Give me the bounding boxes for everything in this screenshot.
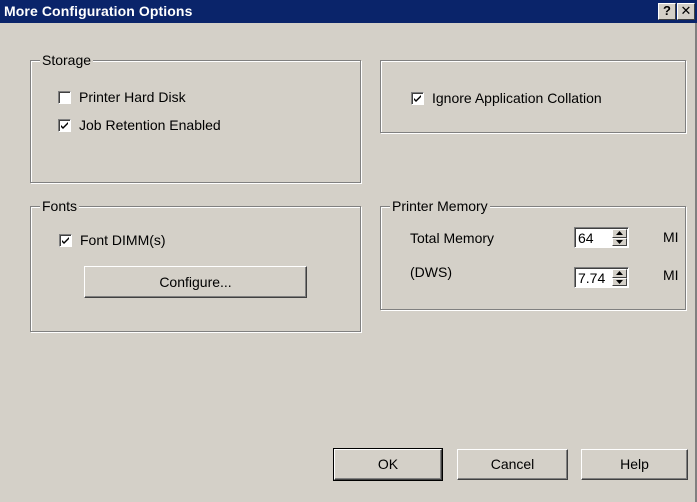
- dws-label: (DWS): [410, 264, 452, 280]
- spin-down-icon[interactable]: [612, 277, 627, 286]
- printer-memory-legend: Printer Memory: [390, 198, 490, 214]
- configure-button[interactable]: Configure...: [84, 266, 307, 298]
- total-memory-spin-buttons[interactable]: [612, 229, 627, 246]
- help-button[interactable]: Help: [581, 449, 688, 480]
- checkmark-icon[interactable]: [411, 91, 424, 105]
- spin-down-icon[interactable]: [612, 237, 627, 246]
- printer-hard-disk-checkbox[interactable]: Printer Hard Disk: [58, 89, 186, 105]
- fonts-legend: Fonts: [40, 198, 80, 214]
- ok-button[interactable]: OK: [333, 448, 443, 481]
- printer-memory-group: Printer Memory Total Memory 64 MI (DWS) …: [380, 198, 686, 310]
- total-memory-value[interactable]: 64: [578, 230, 594, 246]
- font-dimm-label: Font DIMM(s): [80, 232, 166, 248]
- close-icon[interactable]: ✕: [677, 3, 695, 20]
- job-retention-label: Job Retention Enabled: [79, 117, 221, 133]
- checkmark-icon[interactable]: [58, 118, 71, 132]
- spin-up-icon[interactable]: [612, 269, 627, 278]
- dws-stepper[interactable]: 7.74: [574, 267, 629, 288]
- storage-group: Storage Printer Hard Disk Job Retention …: [30, 52, 361, 183]
- printer-hard-disk-label: Printer Hard Disk: [79, 89, 186, 105]
- fonts-group: Fonts Font DIMM(s) Configure...: [30, 198, 361, 332]
- dialog-title: More Configuration Options: [4, 3, 193, 19]
- more-configuration-dialog: More Configuration Options ? ✕ Storage P…: [0, 0, 697, 502]
- collation-group: Ignore Application Collation: [380, 60, 686, 133]
- unchecked-box-icon[interactable]: [58, 90, 71, 104]
- storage-legend: Storage: [40, 52, 94, 68]
- font-dimm-checkbox[interactable]: Font DIMM(s): [59, 232, 166, 248]
- checkmark-icon[interactable]: [59, 233, 72, 247]
- help-icon[interactable]: ?: [658, 3, 676, 20]
- job-retention-checkbox[interactable]: Job Retention Enabled: [58, 117, 221, 133]
- ignore-collation-label: Ignore Application Collation: [432, 90, 602, 106]
- cancel-button[interactable]: Cancel: [457, 449, 568, 480]
- spin-up-icon[interactable]: [612, 229, 627, 238]
- ignore-collation-checkbox[interactable]: Ignore Application Collation: [411, 90, 602, 106]
- dws-value[interactable]: 7.74: [578, 270, 605, 286]
- total-memory-stepper[interactable]: 64: [574, 227, 629, 248]
- title-bar: More Configuration Options ? ✕: [0, 0, 697, 23]
- total-memory-unit: MI: [663, 229, 679, 245]
- total-memory-label: Total Memory: [410, 230, 495, 246]
- dws-spin-buttons[interactable]: [612, 269, 627, 286]
- dws-unit: MI: [663, 267, 679, 283]
